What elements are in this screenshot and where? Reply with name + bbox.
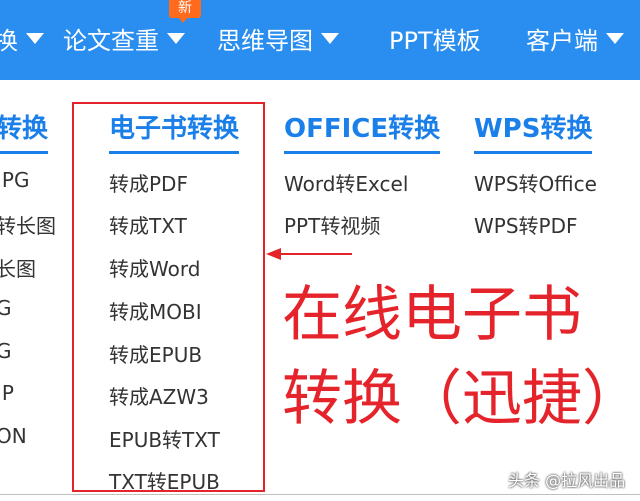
nav-item-label: 论文查重	[63, 26, 159, 55]
link-wps-to-pdf[interactable]: WPS转PDF	[474, 210, 578, 239]
nav-item-ppt-templates[interactable]: PPT模板	[389, 22, 481, 55]
new-badge: 新	[169, 0, 201, 23]
nav-item-label: 换	[0, 26, 18, 55]
column-title-office-convert: OFFICE转换	[284, 108, 441, 154]
nav-item-paper-check[interactable]: 论文查重	[63, 22, 185, 55]
column-title-wps-convert: WPS转换	[474, 108, 593, 154]
link-item[interactable]: JPG	[0, 168, 29, 192]
bottom-divider	[0, 494, 640, 495]
chevron-down-icon	[26, 32, 44, 44]
link-item[interactable]: G	[0, 339, 12, 363]
link-item[interactable]: ON	[0, 424, 27, 448]
nav-item-label: PPT模板	[389, 26, 481, 55]
chevron-down-icon	[606, 32, 624, 44]
nav-item-label: 客户端	[526, 26, 598, 55]
nav-item-label: 思维导图	[217, 26, 313, 55]
nav-item-mind-map[interactable]: 思维导图	[217, 22, 339, 55]
annotation-arrow-line	[280, 253, 352, 255]
annotation-text-line2: 转换（迅捷）	[282, 365, 640, 432]
link-item[interactable]: 转长图	[0, 210, 56, 239]
nav-item-convert[interactable]: 换	[0, 22, 44, 55]
chevron-down-icon	[167, 32, 185, 44]
top-nav-bar: 换 论文查重 新 思维导图 PPT模板 客户端	[0, 0, 640, 80]
link-ppt-to-video[interactable]: PPT转视频	[284, 210, 380, 239]
chevron-down-icon	[321, 32, 339, 44]
link-word-to-excel[interactable]: Word转Excel	[284, 168, 408, 197]
link-wps-to-office[interactable]: WPS转Office	[474, 168, 597, 197]
watermark: 头条 @拉风出品	[508, 471, 626, 490]
annotation-text-line1: 在线电子书	[282, 281, 582, 348]
link-item[interactable]: 长图	[0, 253, 36, 282]
link-item[interactable]: G	[0, 296, 12, 320]
column-title-image-convert: 转换	[0, 108, 49, 154]
nav-item-client[interactable]: 客户端	[526, 22, 624, 55]
annotation-highlight-box	[72, 102, 265, 492]
link-item[interactable]: IP	[0, 381, 14, 405]
arrow-left-icon	[266, 248, 281, 260]
